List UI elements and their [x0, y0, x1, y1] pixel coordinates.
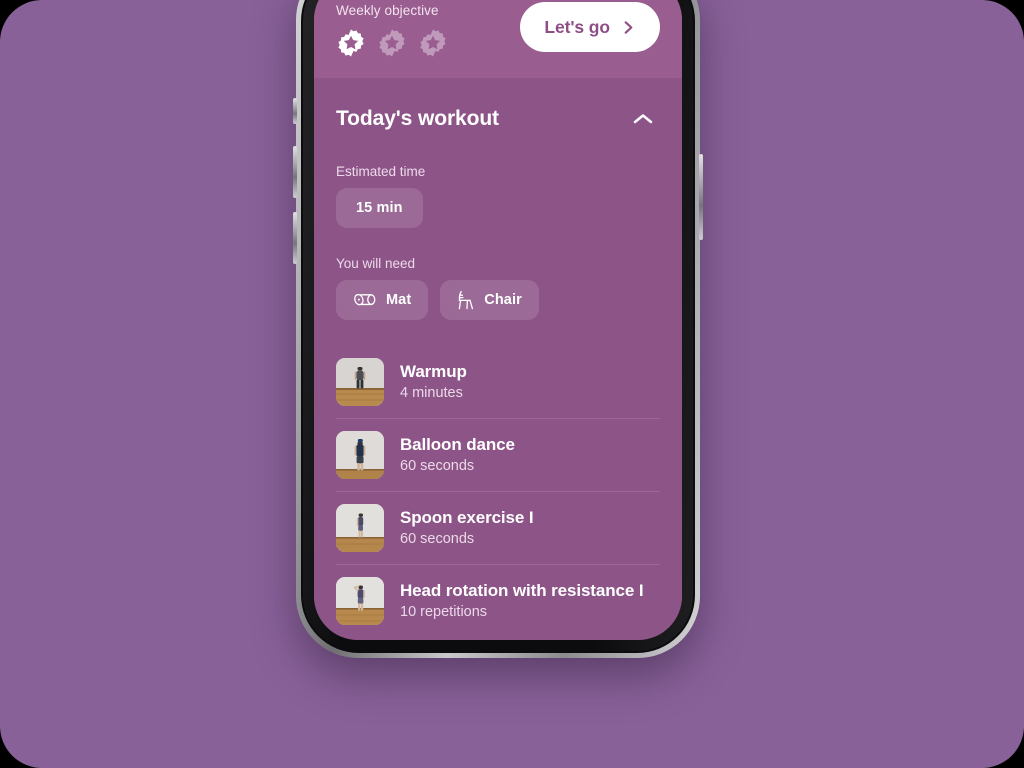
exercise-name: Warmup	[400, 361, 467, 381]
chevron-up-icon	[633, 114, 653, 124]
lets-go-label: Let's go	[544, 16, 610, 37]
equipment-chip-chair[interactable]: Chair	[440, 280, 539, 320]
exercise-list-item-spoon-exercise[interactable]: Spoon exercise I 60 seconds	[336, 491, 660, 564]
head-rotation-thumbnail-image	[336, 577, 384, 625]
exercise-meta: 10 repetitions	[400, 603, 488, 620]
page-canvas: Weekly objective Let's go Today's workou…	[0, 0, 1024, 768]
power-button[interactable]	[699, 154, 703, 240]
star-badge-2-icon	[379, 29, 405, 56]
section-header: Today's workout	[336, 78, 660, 136]
todays-workout-panel: Today's workout Estimated time 15 min Yo…	[314, 78, 682, 640]
warmup-thumbnail	[336, 358, 384, 406]
exercise-list-item-warmup[interactable]: Warmup 4 minutes	[336, 346, 660, 418]
exercise-name: Spoon exercise I	[400, 507, 534, 527]
estimated-time-row: 15 min	[336, 188, 660, 228]
equipment-chip-mat-label: Mat	[386, 292, 412, 308]
weekly-objective-block: Weekly objective	[336, 0, 448, 58]
exercise-meta: 60 seconds	[400, 457, 475, 474]
weekly-objective-stars	[336, 28, 448, 58]
phone-device-mockup: Weekly objective Let's go Today's workou…	[293, 0, 703, 658]
star-badge-3-icon	[420, 29, 446, 56]
balloon-dance-thumbnail-image	[336, 431, 384, 479]
exercise-name: Head rotation with resistance I	[400, 580, 644, 600]
star-badge-1-icon	[338, 29, 364, 56]
exercise-meta: 4 minutes	[400, 384, 463, 401]
exercise-text-block: Balloon dance 60 seconds	[400, 434, 515, 477]
phone-screen: Weekly objective Let's go Today's workou…	[314, 0, 682, 640]
equipment-chip-chair-label: Chair	[484, 292, 522, 308]
weekly-objective-label: Weekly objective	[336, 2, 439, 18]
exercise-name: Balloon dance	[400, 434, 515, 454]
silent-switch-button[interactable]	[293, 98, 297, 124]
collapse-section-button[interactable]	[626, 106, 660, 132]
page-title: Today's workout	[336, 107, 499, 130]
exercise-text-block: Spoon exercise I 60 seconds	[400, 507, 534, 550]
spoon-exercise-thumbnail	[336, 504, 384, 552]
head-rotation-thumbnail	[336, 577, 384, 625]
equipment-label: You will need	[336, 256, 416, 271]
estimated-time-chip: 15 min	[336, 188, 423, 228]
volume-up-button[interactable]	[293, 146, 297, 198]
exercise-list-item-balloon-dance[interactable]: Balloon dance 60 seconds	[336, 418, 660, 491]
weekly-objective-header: Weekly objective Let's go	[314, 0, 682, 78]
volume-down-button[interactable]	[293, 212, 297, 264]
chevron-right-icon	[624, 20, 633, 34]
spoon-exercise-thumbnail-image	[336, 504, 384, 552]
warmup-thumbnail-image	[336, 358, 384, 406]
exercise-meta: 60 seconds	[400, 530, 475, 547]
estimated-time-value: 15 min	[356, 200, 403, 216]
exercise-list-item-head-rotation[interactable]: Head rotation with resistance I 10 repet…	[336, 564, 660, 637]
lets-go-button[interactable]: Let's go	[520, 2, 660, 52]
chair-icon	[458, 290, 474, 310]
exercise-list: Warmup 4 minutes Balloon dance 60 second…	[336, 346, 660, 637]
equipment-chip-mat[interactable]: Mat	[336, 280, 429, 320]
exercise-text-block: Head rotation with resistance I 10 repet…	[400, 580, 644, 623]
balloon-dance-thumbnail	[336, 431, 384, 479]
exercise-text-block: Warmup 4 minutes	[400, 361, 467, 404]
estimated-time-label: Estimated time	[336, 164, 426, 179]
equipment-row: Mat Chair	[336, 280, 660, 320]
yoga-mat-icon	[354, 293, 376, 306]
